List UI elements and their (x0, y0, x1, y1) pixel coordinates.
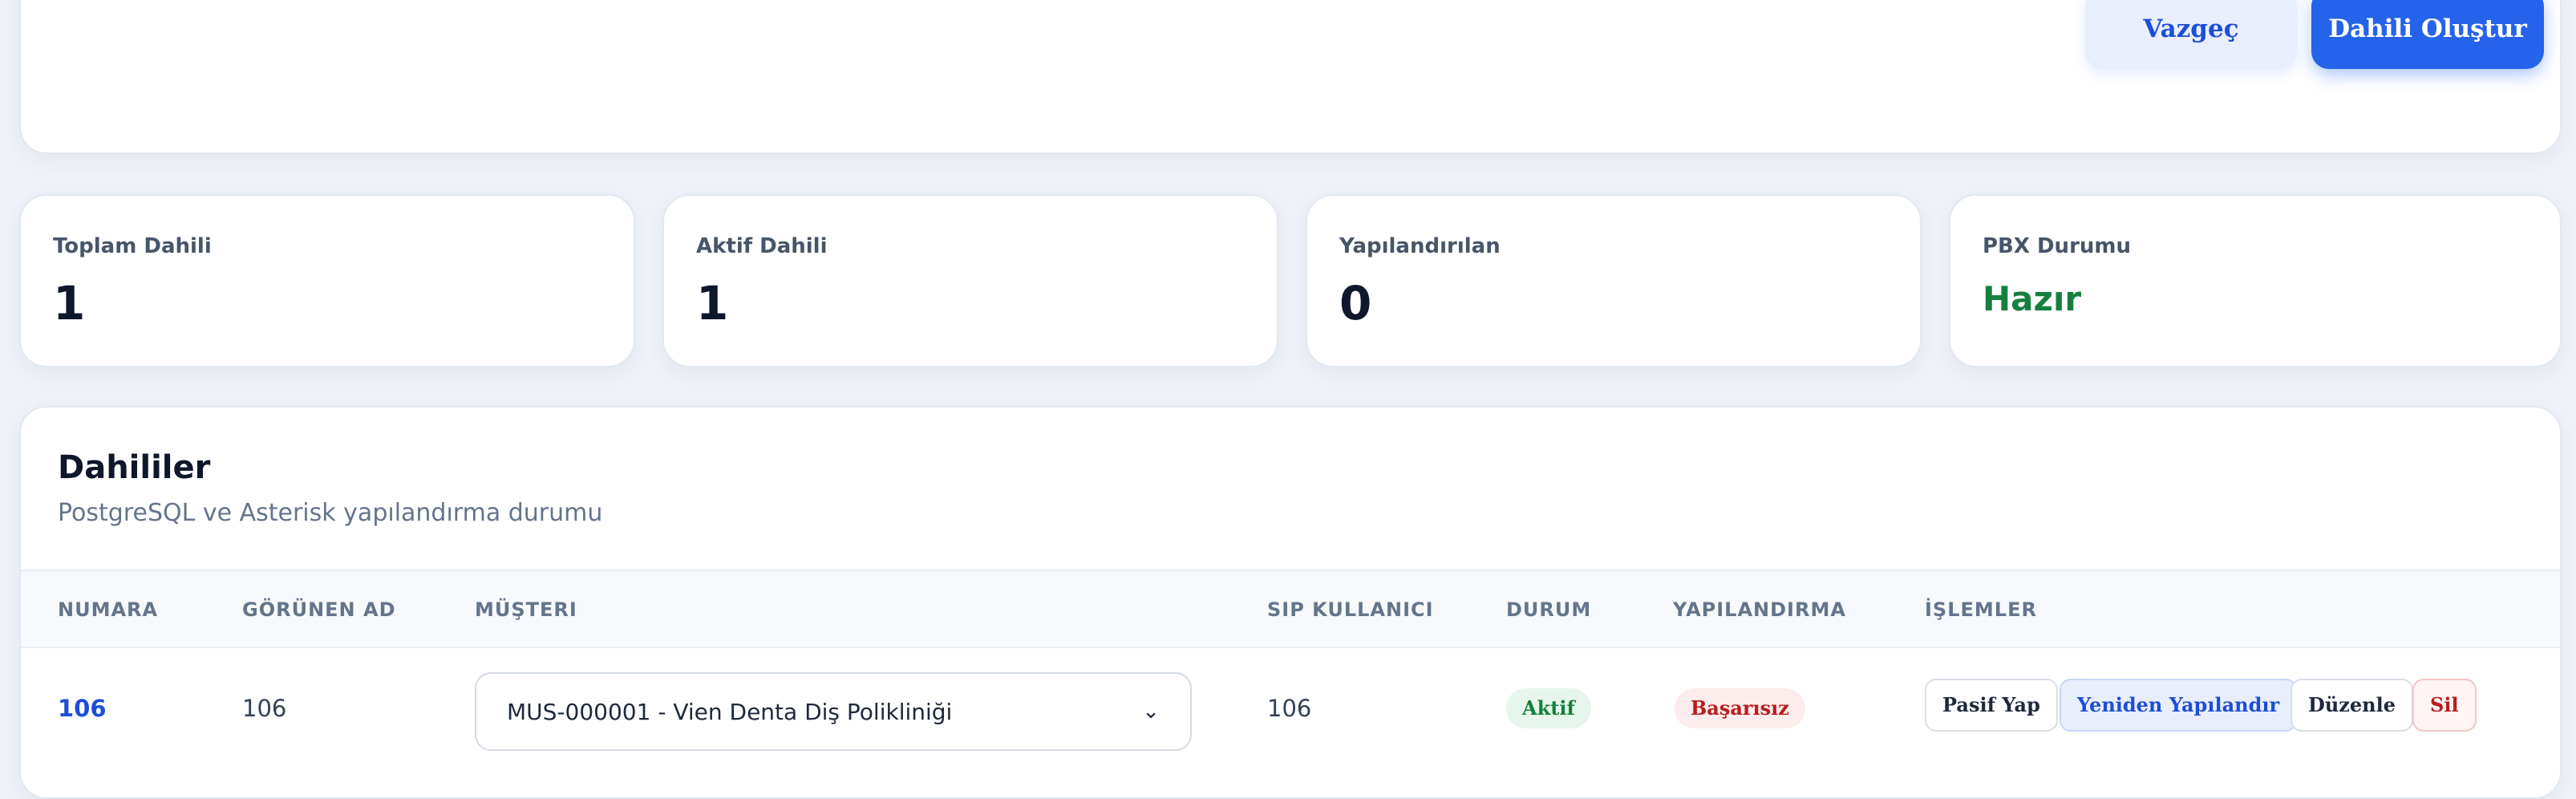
table-row: 106 106 MUS-000001 - Vien Denta Diş Poli… (21, 647, 2560, 775)
stat-card-pbx-status: PBX Durumu Hazır (1949, 194, 2562, 367)
chevron-down-icon: ⌄ (1142, 700, 1160, 724)
stat-label: Aktif Dahili (696, 234, 828, 258)
table-subtitle: PostgreSQL ve Asterisk yapılandırma duru… (58, 499, 603, 527)
sip-user-cell: 106 (1267, 695, 1312, 722)
stat-value: 1 (53, 276, 86, 331)
column-header-actions: İŞLEMLER (1925, 598, 2037, 621)
column-header-configuration: YAPILANDIRMA (1673, 598, 1846, 621)
stat-card-total: Toplam Dahili 1 (19, 194, 635, 367)
stat-card-active: Aktif Dahili 1 (662, 194, 1278, 367)
extensions-table-card: Dahililer PostgreSQL ve Asterisk yapılan… (19, 406, 2562, 799)
stat-label: PBX Durumu (1983, 234, 2131, 258)
customer-select[interactable]: MUS-000001 - Vien Denta Diş Polikliniği … (475, 672, 1192, 751)
delete-button[interactable]: Sil (2412, 679, 2477, 732)
stat-value: 0 (1339, 276, 1372, 331)
extension-number-link[interactable]: 106 (58, 695, 107, 722)
reconfigure-button[interactable]: Yeniden Yapılandır (2060, 679, 2298, 732)
column-header-status: DURUM (1506, 598, 1592, 621)
create-extension-button[interactable]: Dahili Oluştur (2311, 0, 2544, 69)
edit-button[interactable]: Düzenle (2290, 679, 2413, 732)
table-header: NUMARA GÖRÜNEN AD MÜŞTERI SIP KULLANICI … (21, 570, 2560, 648)
extension-form-card: Vazgeç Dahili Oluştur (19, 0, 2562, 154)
status-badge: Aktif (1506, 688, 1591, 728)
column-header-sip-user: SIP KULLANICI (1267, 598, 1434, 621)
column-header-customer: MÜŞTERI (475, 598, 577, 621)
cancel-button[interactable]: Vazgeç (2085, 0, 2297, 69)
configuration-badge: Başarısız (1675, 688, 1805, 728)
table-title: Dahililer (58, 449, 211, 486)
column-header-display-name: GÖRÜNEN AD (242, 598, 396, 621)
display-name-cell: 106 (242, 695, 287, 722)
stat-label: Toplam Dahili (53, 234, 212, 258)
stat-value: 1 (696, 276, 729, 331)
pbx-status-value: Hazır (1983, 279, 2082, 318)
stat-label: Yapılandırılan (1339, 234, 1501, 258)
column-header-number: NUMARA (58, 598, 159, 621)
deactivate-button[interactable]: Pasif Yap (1925, 679, 2058, 732)
stat-card-configured: Yapılandırılan 0 (1306, 194, 1922, 367)
customer-select-value: MUS-000001 - Vien Denta Diş Polikliniği (507, 698, 953, 725)
